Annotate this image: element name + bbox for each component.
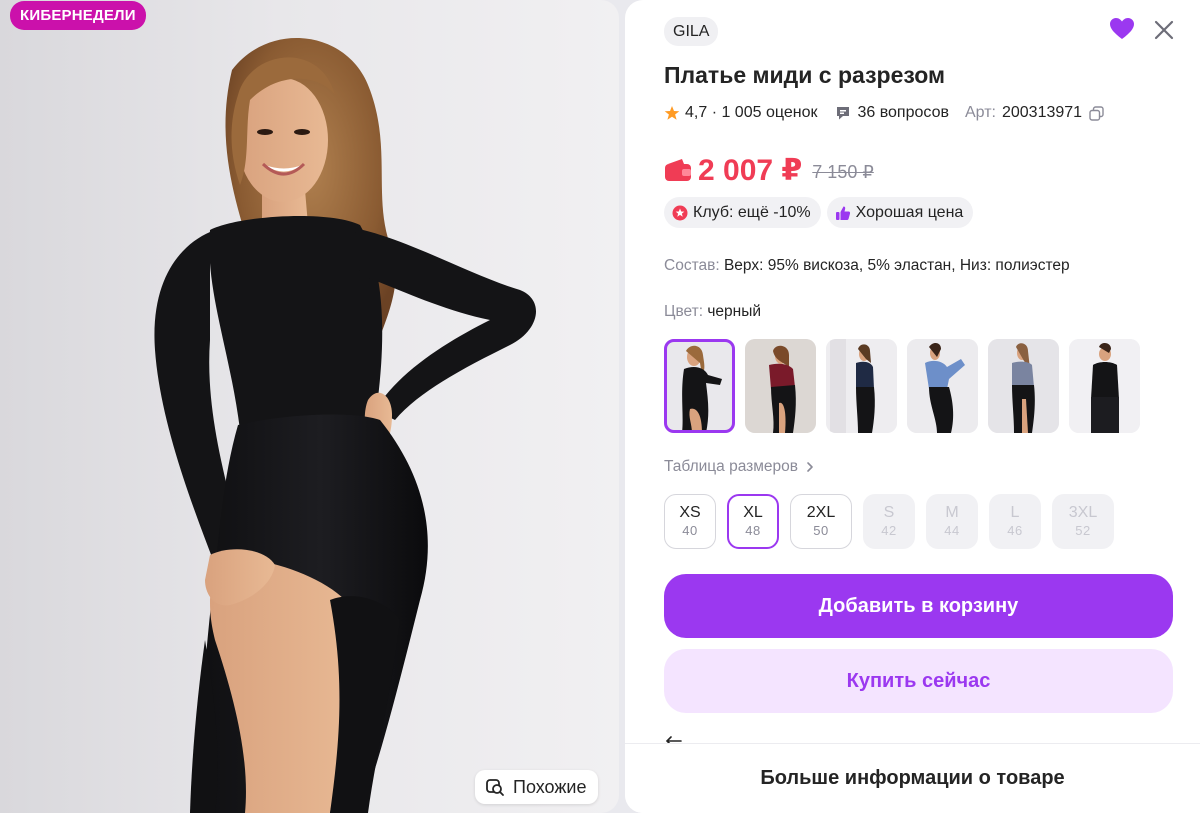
product-title: Платье миди с разрезом	[664, 62, 945, 88]
size-label: 2XL	[806, 504, 836, 521]
product-photo	[154, 37, 537, 813]
variant-image	[1069, 339, 1140, 433]
size-label: M	[945, 504, 959, 521]
close-icon[interactable]	[1152, 18, 1176, 42]
heart-icon[interactable]	[1108, 15, 1136, 43]
color-variant-thumb[interactable]	[1069, 339, 1140, 433]
size-label: L	[1010, 504, 1020, 521]
color-variant-thumb[interactable]	[826, 339, 897, 433]
add-to-cart-button[interactable]: Добавить в корзину	[664, 574, 1173, 638]
promo-badge: КИБЕРНЕДЕЛИ	[10, 1, 146, 30]
copy-icon[interactable]	[1089, 105, 1104, 121]
good-price-label: Хорошая цена	[855, 203, 964, 221]
size-ru: 50	[813, 523, 829, 538]
rating-text[interactable]: 4,7 · 1 005 оценок	[685, 104, 817, 122]
color-variant-thumb[interactable]	[907, 339, 978, 433]
variant-image	[664, 339, 735, 433]
variant-image	[745, 339, 816, 433]
thumbs-up-icon	[835, 206, 850, 220]
questions-link[interactable]: 36 вопросов	[857, 104, 949, 122]
color-variant-thumb[interactable]	[745, 339, 816, 433]
club-discount-label: Клуб: ещё -10%	[693, 203, 811, 221]
similar-search-icon	[486, 779, 504, 796]
size-label: 3XL	[1068, 504, 1098, 521]
variant-image	[907, 339, 978, 433]
promo-tags: Клуб: ещё -10% Хорошая цена	[664, 197, 974, 228]
similar-button-label: Похожие	[513, 776, 587, 797]
size-ru: 42	[881, 523, 897, 538]
size-ru: 48	[745, 523, 761, 538]
size-label: XL	[743, 504, 763, 521]
color-variants	[664, 339, 1140, 433]
price-row: 2 007 ₽ 7 150 ₽	[664, 150, 874, 190]
buy-now-button[interactable]: Купить сейчас	[664, 649, 1173, 713]
size-ru: 40	[682, 523, 698, 538]
product-quick-view: КИБЕРНЕДЕЛИ Похожие GILA Платье миди с р…	[0, 0, 1200, 813]
questions-icon	[837, 107, 850, 120]
size-ru: 52	[1075, 523, 1091, 538]
size-option-unavailable: 3XL 52	[1052, 494, 1114, 549]
chevron-right-icon	[807, 462, 813, 472]
composition-value: Верх: 95% вискоза, 5% эластан, Низ: поли…	[723, 257, 1070, 274]
size-option[interactable]: 2XL 50	[790, 494, 852, 549]
size-option-unavailable: M 44	[926, 494, 978, 549]
size-selector: XS 40 XL 48 2XL 50 S 42 M 44 L 46 3XL 52	[664, 494, 1114, 549]
size-label: XS	[679, 504, 701, 521]
size-table-link[interactable]: Таблица размеров	[664, 458, 816, 476]
size-option-unavailable: L 46	[989, 494, 1041, 549]
variant-image	[988, 339, 1059, 433]
size-ru: 46	[1007, 523, 1023, 538]
more-info-button[interactable]: Больше информации о товаре	[625, 743, 1200, 813]
variant-image	[826, 339, 897, 433]
good-price-tag[interactable]: Хорошая цена	[826, 197, 974, 228]
color-variant-thumb[interactable]	[988, 339, 1059, 433]
wallet-icon	[665, 159, 691, 181]
product-info-panel: GILA Платье миди с разрезом 4,7 · 1 005 …	[625, 0, 1200, 813]
size-ru: 44	[944, 523, 960, 538]
composition-label: Состав:	[664, 257, 720, 274]
size-option-unavailable: S 42	[863, 494, 915, 549]
club-star-icon	[672, 205, 688, 220]
size-option[interactable]: XS 40	[664, 494, 716, 549]
composition: Состав: Верх: 95% вискоза, 5% эластан, Н…	[664, 257, 1070, 275]
size-table-label: Таблица размеров	[664, 458, 799, 475]
product-meta-row: 4,7 · 1 005 оценок 36 вопросов Арт: 2003…	[664, 102, 1104, 124]
current-price: 2 007 ₽	[698, 153, 803, 187]
color-variant-thumb[interactable]	[664, 339, 735, 433]
article-label: Арт:	[964, 104, 996, 121]
article-number: 200313971	[1001, 104, 1083, 121]
color-label: Цвет:	[664, 303, 704, 320]
similar-items-button[interactable]: Похожие	[475, 770, 599, 804]
old-price: 7 150 ₽	[812, 161, 874, 182]
size-label: S	[883, 504, 895, 521]
color-value: черный	[707, 303, 762, 320]
star-icon	[664, 106, 680, 120]
product-photo-panel[interactable]: КИБЕРНЕДЕЛИ Похожие	[0, 0, 619, 813]
brand-chip[interactable]: GILA	[664, 17, 719, 46]
size-option-selected[interactable]: XL 48	[727, 494, 779, 549]
color-line: Цвет: черный	[664, 303, 761, 321]
club-discount-tag[interactable]: Клуб: ещё -10%	[664, 197, 821, 228]
